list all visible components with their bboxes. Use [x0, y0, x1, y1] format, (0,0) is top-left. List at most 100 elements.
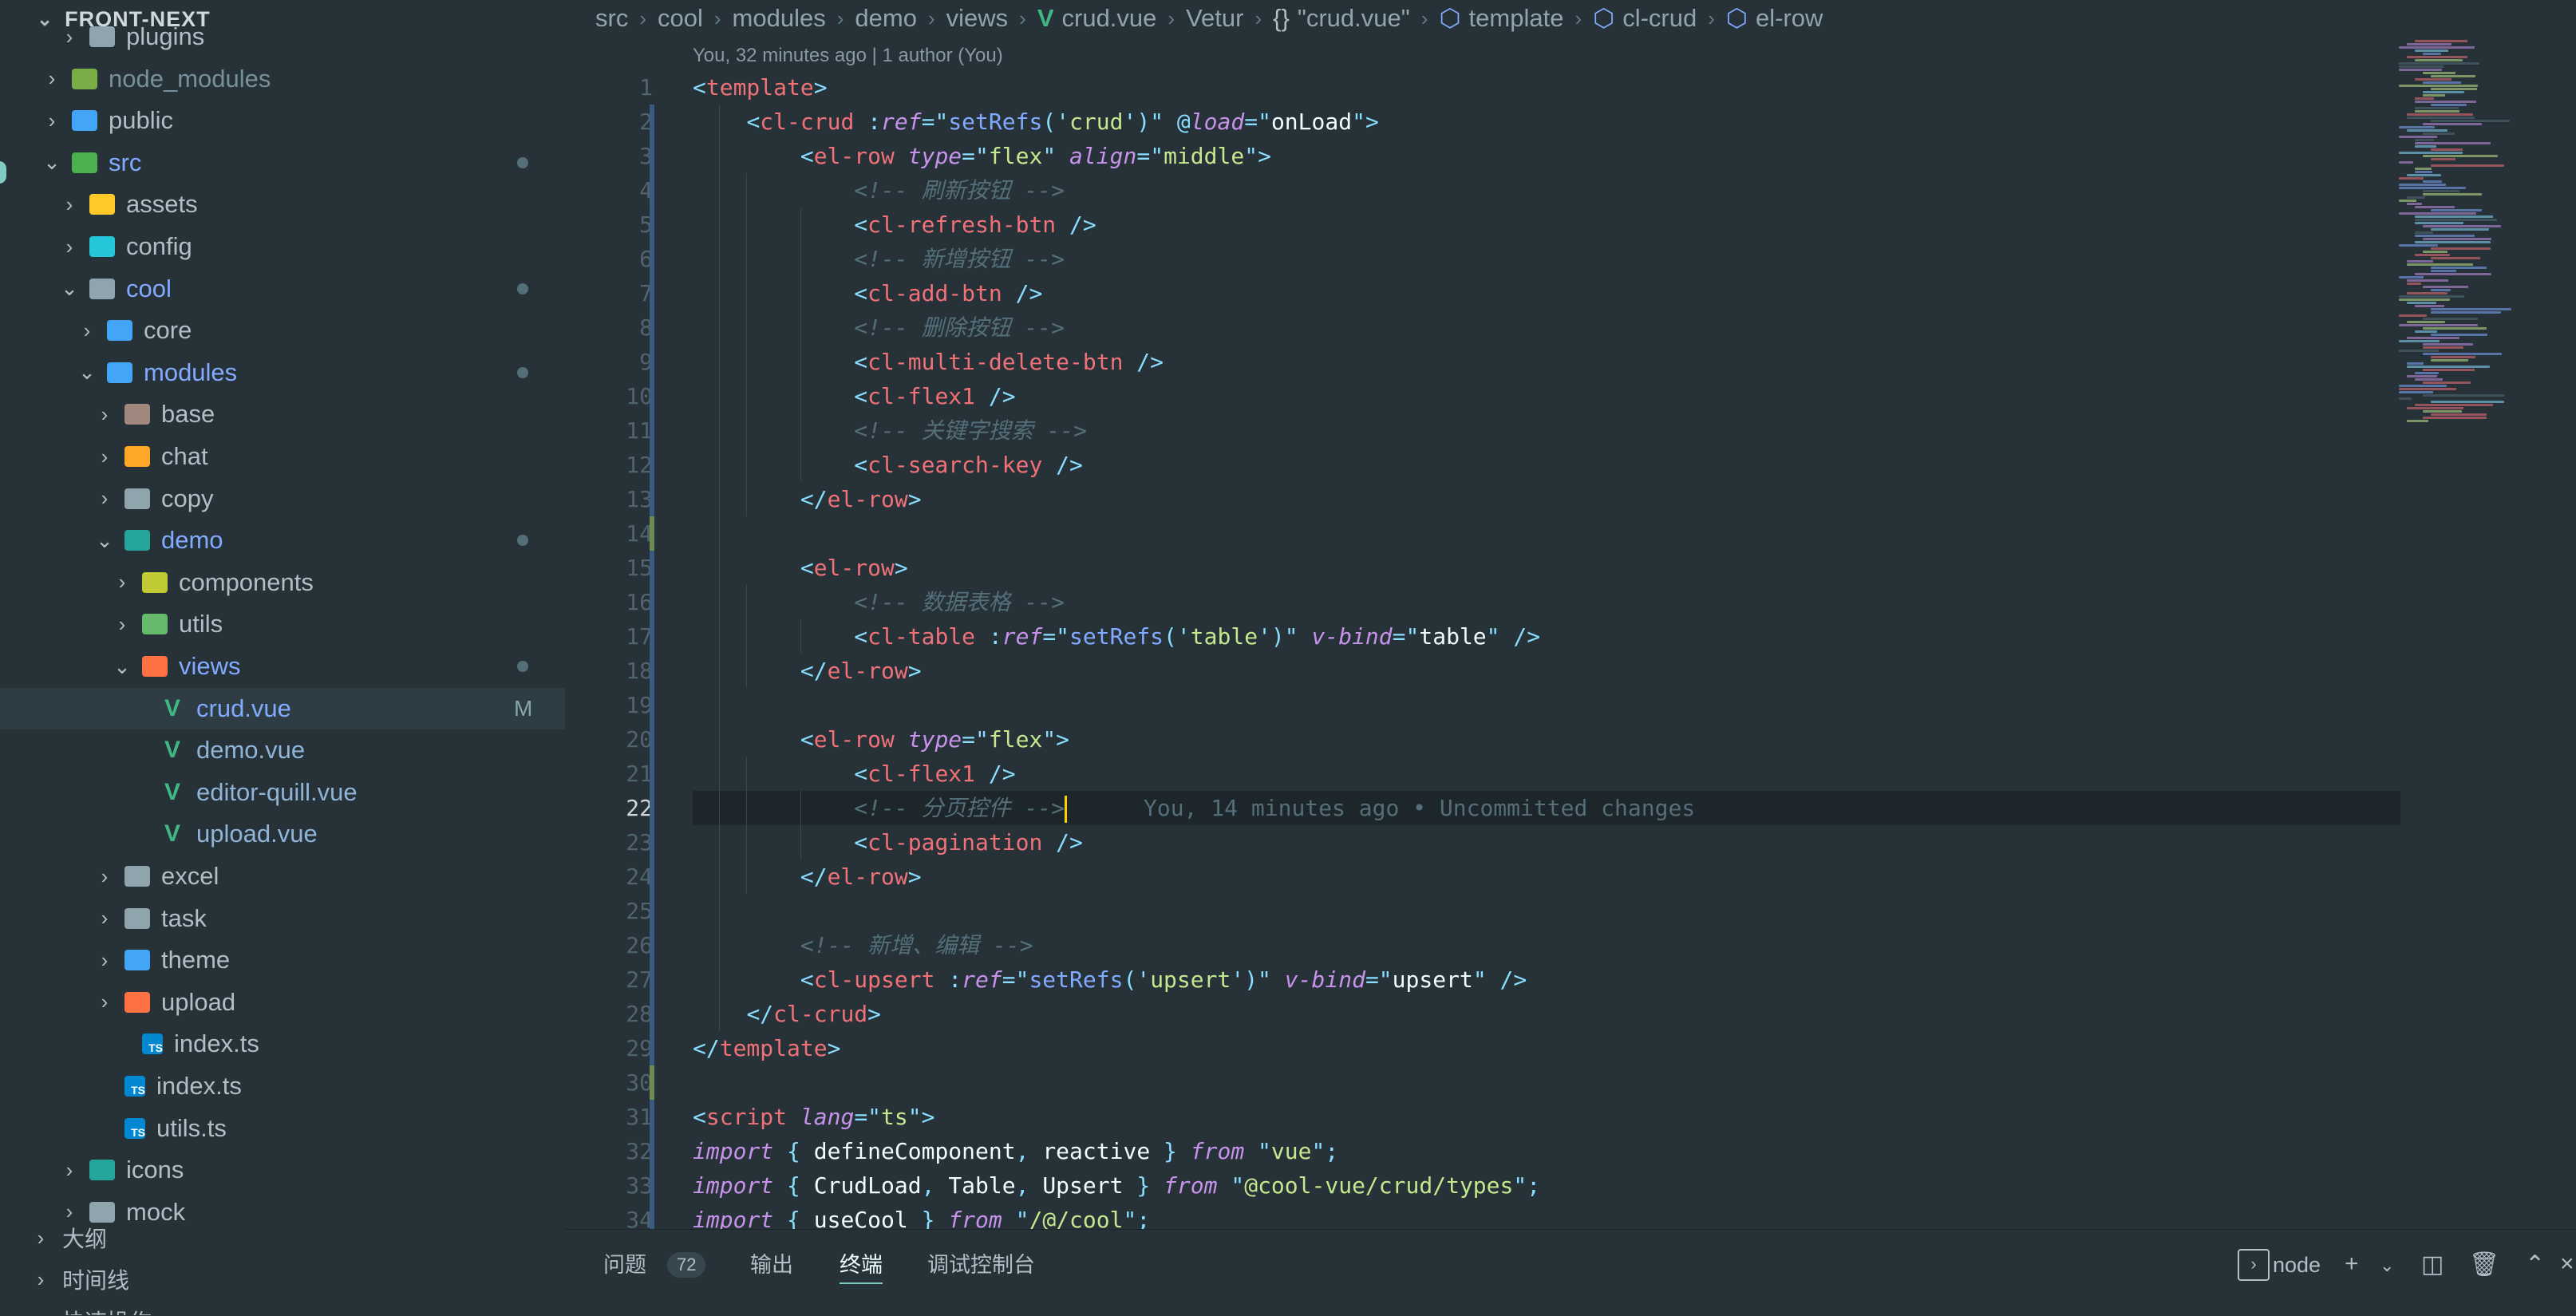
chevron-up-icon[interactable]: ⌃	[2525, 1251, 2545, 1278]
tree-folder[interactable]: › upload	[0, 982, 565, 1023]
tree-folder[interactable]: › core	[0, 310, 565, 351]
tree-folder[interactable]: ⌄ cool	[0, 268, 565, 310]
tree-folder[interactable]: › copy	[0, 478, 565, 520]
breadcrumb-item[interactable]: src	[595, 4, 628, 33]
line-number[interactable]: 13	[565, 482, 653, 516]
line-number[interactable]: 7	[565, 276, 653, 310]
line-number[interactable]: 28	[565, 997, 653, 1031]
minimap[interactable]	[2392, 32, 2576, 431]
line-number[interactable]: 17	[565, 619, 653, 654]
quick-actions-section[interactable]: › 快速操作	[0, 1301, 152, 1316]
line-number[interactable]: 6	[565, 242, 653, 276]
code-line[interactable]: </cl-crud>	[693, 997, 881, 1031]
breadcrumb-item[interactable]: cl-crud	[1622, 4, 1697, 33]
git-codelens[interactable]: You, 32 minutes ago | 1 author (You)	[693, 45, 1003, 67]
timeline-section[interactable]: › 时间线	[0, 1259, 129, 1299]
tree-file[interactable]: TS index.ts	[0, 1065, 565, 1107]
line-number[interactable]: 12	[565, 448, 653, 482]
tree-file[interactable]: Vcrud.vue M	[0, 687, 565, 729]
code-line[interactable]: </el-row>	[693, 654, 922, 688]
line-number[interactable]: 1	[565, 70, 653, 105]
tree-folder[interactable]: › task	[0, 898, 565, 939]
tree-folder[interactable]: › chat	[0, 436, 565, 477]
code-line[interactable]: <!-- 删除按钮 -->	[693, 310, 1065, 345]
line-number[interactable]: 10	[565, 379, 653, 413]
tree-folder[interactable]: › config	[0, 226, 565, 267]
code-line[interactable]: <cl-flex1 />	[693, 757, 1015, 791]
code-line[interactable]: <script lang="ts">	[693, 1100, 934, 1134]
line-number[interactable]: 11	[565, 413, 653, 448]
code-line[interactable]: <template>	[693, 70, 828, 105]
breadcrumb-item[interactable]: el-row	[1756, 4, 1823, 33]
line-number[interactable]: 2	[565, 105, 653, 139]
code-line[interactable]: <cl-table :ref="setRefs('table')" v-bind…	[693, 619, 1540, 654]
breadcrumb-item[interactable]: modules	[733, 4, 826, 33]
code-line[interactable]: <cl-add-btn />	[693, 276, 1042, 310]
code-line[interactable]: import { CrudLoad, Table, Upsert } from …	[693, 1168, 1540, 1203]
add-terminal-icon[interactable]: +	[2345, 1251, 2359, 1278]
code-line[interactable]: <!-- 新增、编辑 -->	[693, 928, 1033, 962]
breadcrumb-item[interactable]: crud.vue	[1062, 4, 1157, 33]
code-line[interactable]: <cl-crud :ref="setRefs('crud')" @load="o…	[693, 105, 1378, 139]
close-icon[interactable]: ×	[2560, 1251, 2574, 1278]
breadcrumb-item[interactable]: cool	[658, 4, 703, 33]
line-number[interactable]: 5	[565, 207, 653, 242]
line-number[interactable]: 29	[565, 1031, 653, 1065]
line-number[interactable]: 4	[565, 173, 653, 207]
code-line[interactable]: <el-row>	[693, 551, 908, 585]
code-line[interactable]: <!-- 数据表格 -->	[693, 585, 1065, 619]
code-line[interactable]: <!-- 关键字搜索 -->	[693, 413, 1087, 448]
line-number[interactable]: 24	[565, 860, 653, 894]
code-line[interactable]: </el-row>	[693, 860, 922, 894]
code-line[interactable]: <cl-multi-delete-btn />	[693, 345, 1164, 379]
tree-folder[interactable]: › components	[0, 562, 565, 603]
tree-folder[interactable]: ⌄ src	[0, 142, 565, 184]
tree-file[interactable]: TS index.ts	[0, 1023, 565, 1065]
line-number[interactable]: 31	[565, 1100, 653, 1134]
tree-folder[interactable]: › node_modules	[0, 58, 565, 100]
tree-file[interactable]: Vdemo.vue	[0, 729, 565, 771]
line-number[interactable]: 8	[565, 310, 653, 345]
code-line[interactable]: <!-- 新增按钮 -->	[693, 242, 1065, 276]
tree-folder[interactable]: › public	[0, 100, 565, 141]
breadcrumb-item[interactable]: "crud.vue"	[1298, 4, 1410, 33]
code-line[interactable]: <cl-upsert :ref="setRefs('upsert')" v-bi…	[693, 962, 1527, 997]
terminal-name[interactable]: node	[2273, 1247, 2321, 1282]
code-line[interactable]: import { defineComponent, reactive } fro…	[693, 1134, 1338, 1168]
line-number[interactable]: 18	[565, 654, 653, 688]
tree-folder[interactable]: › utils	[0, 603, 565, 645]
line-number[interactable]: 27	[565, 962, 653, 997]
terminal-icon[interactable]: ›	[2238, 1249, 2270, 1281]
tree-folder[interactable]: ⌄ modules	[0, 352, 565, 393]
line-number[interactable]: 16	[565, 585, 653, 619]
split-terminal-icon[interactable]: ◫	[2421, 1251, 2444, 1278]
line-number[interactable]: 20	[565, 722, 653, 757]
line-number[interactable]: 32	[565, 1134, 653, 1168]
line-number[interactable]: 33	[565, 1168, 653, 1203]
tree-file[interactable]: Veditor-quill.vue	[0, 772, 565, 813]
code-line[interactable]: </el-row>	[693, 482, 922, 516]
tree-folder[interactable]: › theme	[0, 939, 565, 981]
line-number[interactable]: 23	[565, 825, 653, 860]
code-line[interactable]: <cl-flex1 />	[693, 379, 1015, 413]
chevron-down-icon[interactable]: ⌄	[2380, 1255, 2394, 1276]
code-line[interactable]: <cl-refresh-btn />	[693, 207, 1096, 242]
breadcrumb-item[interactable]: views	[946, 4, 1009, 33]
breadcrumb-item[interactable]: template	[1469, 4, 1564, 33]
line-number[interactable]: 9	[565, 345, 653, 379]
breadcrumb-item[interactable]: demo	[855, 4, 917, 33]
line-number[interactable]: 30	[565, 1065, 653, 1100]
line-number[interactable]: 19	[565, 688, 653, 722]
line-number[interactable]: 14	[565, 516, 653, 551]
code-line[interactable]: <cl-pagination />	[693, 825, 1083, 860]
tree-folder[interactable]: › excel	[0, 856, 565, 897]
line-number[interactable]: 15	[565, 551, 653, 585]
outline-section[interactable]: › 大纲	[0, 1218, 107, 1258]
tree-file[interactable]: Vupload.vue	[0, 813, 565, 855]
code-line[interactable]: <cl-search-key />	[693, 448, 1083, 482]
code-line[interactable]: <!-- 刷新按钮 -->	[693, 173, 1065, 207]
tree-folder[interactable]: › base	[0, 393, 565, 435]
tree-file[interactable]: TS utils.ts	[0, 1108, 565, 1149]
line-number[interactable]: 25	[565, 894, 653, 928]
line-number[interactable]: 21	[565, 757, 653, 791]
